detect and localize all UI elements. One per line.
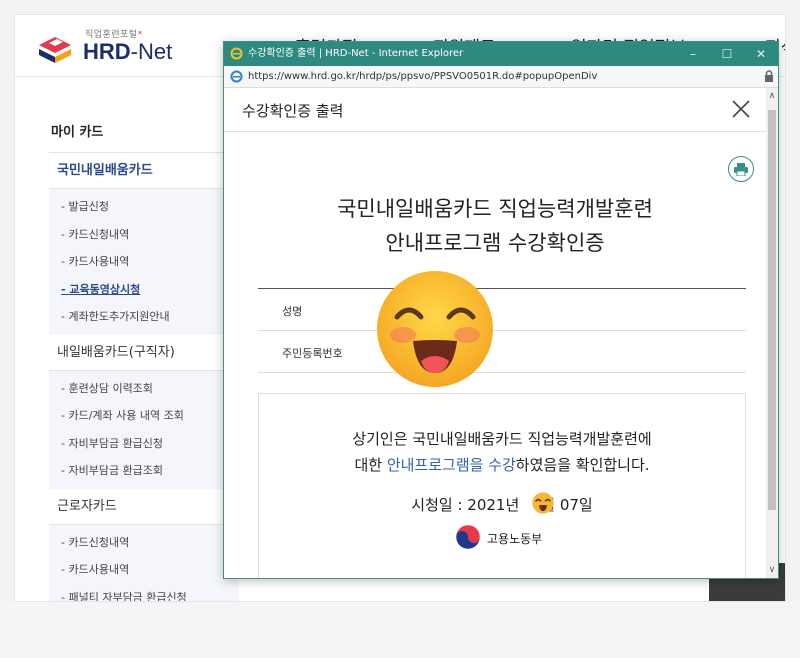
- photo-bottom-margin: [0, 602, 800, 658]
- lnb-sub-national-card: - 발급신청 - 카드신청내역 - 카드사용내역 - 교육동영상시청 - 계좌한…: [49, 189, 239, 335]
- window-titlebar: 수강확인증 출력 | HRD-Net - Internet Explorer –…: [224, 42, 778, 66]
- window-close-button[interactable]: ✕: [744, 42, 778, 66]
- lnb-group-national-card[interactable]: 국민내일배움카드: [49, 153, 239, 189]
- certificate-popup-window: 수강확인증 출력 | HRD-Net - Internet Explorer –…: [223, 41, 779, 579]
- certificate-title-line1: 국민내일배움카드 직업능력개발훈련: [337, 197, 653, 221]
- lnb-item-refund-apply[interactable]: - 자비부담금 환급신청: [49, 430, 239, 458]
- hrd-net-logo[interactable]: 직업훈련포털* HRD-Net: [37, 25, 177, 69]
- close-icon[interactable]: [730, 98, 752, 120]
- maximize-button[interactable]: ☐: [710, 42, 744, 66]
- viewing-date: 시청일 : 2021년 월 07일: [411, 496, 593, 514]
- scroll-down-icon[interactable]: ∨: [766, 564, 778, 576]
- certificate-title: 국민내일배움카드 직업능력개발훈련 안내프로그램 수강확인증: [224, 192, 766, 260]
- statement-highlight: 안내프로그램을 수강: [386, 456, 516, 474]
- lnb-item-worker-card-history[interactable]: - 카드신청내역: [49, 529, 239, 557]
- certificate-title-line2: 안내프로그램 수강확인증: [385, 231, 605, 255]
- ministry-name: 고용노동부: [487, 532, 543, 546]
- lnb-item-card-history[interactable]: - 카드신청내역: [49, 221, 239, 249]
- lnb-item-account-usage[interactable]: - 카드/계좌 사용 내역 조회: [49, 402, 239, 430]
- confirmation-statement-box: 상기인은 국민내일배움카드 직업능력개발훈련에 대한 안내프로그램을 수강하였음…: [258, 393, 746, 578]
- lnb-item-consult-history[interactable]: - 훈련상담 이력조회: [49, 375, 239, 403]
- resident-number-label: 주민등록번호: [282, 347, 343, 360]
- lnb-item-worker-card-usage[interactable]: - 카드사용내역: [49, 556, 239, 584]
- window-title: 수강확인증 출력 | HRD-Net - Internet Explorer: [248, 48, 464, 59]
- internet-explorer-icon: [230, 47, 243, 60]
- table-row: 주민등록번호: [258, 331, 746, 373]
- print-button[interactable]: [728, 156, 754, 182]
- smiling-face-emoji: [532, 492, 554, 514]
- personal-info-table: 성명 주민등록번호: [258, 288, 746, 373]
- statement-line2: 대한 안내프로그램을 수강하였음을 확인합니다.: [354, 456, 650, 474]
- lnb-item-penalty-refund[interactable]: - 패널티 자부담금 환급신청: [49, 584, 239, 602]
- lnb-item-refund-check[interactable]: - 자비부담금 환급조회: [49, 457, 239, 485]
- site-favicon-icon: [230, 70, 243, 83]
- popup-title: 수강확인증 출력: [242, 102, 344, 120]
- table-row: 성명: [258, 289, 746, 331]
- lnb-item-card-usage[interactable]: - 카드사용내역: [49, 248, 239, 276]
- lnb-sub-jobseeker-card: - 훈련상담 이력조회 - 카드/계좌 사용 내역 조회 - 자비부담금 환급신…: [49, 370, 239, 489]
- hrd-logo-mark-icon: [39, 37, 71, 63]
- scroll-up-icon[interactable]: ∧: [766, 90, 778, 102]
- lnb-item-edu-video[interactable]: - 교육동영상시청: [49, 276, 239, 304]
- statement-line1: 상기인은 국민내일배움카드 직업능력개발훈련에: [352, 430, 652, 448]
- popup-header: 수강확인증 출력: [224, 88, 766, 132]
- popup-scrollbar[interactable]: ∧ ∨: [766, 88, 778, 578]
- url-text[interactable]: https://www.hrd.go.kr/hrdp/ps/ppsvo/PPSV…: [248, 66, 597, 88]
- left-nav: 마이 카드 국민내일배움카드 - 발급신청 - 카드신청내역 - 카드사용내역 …: [49, 113, 239, 602]
- smiling-face-emoji: [377, 271, 493, 387]
- taegeuk-icon: [455, 524, 481, 550]
- scroll-thumb[interactable]: [768, 110, 776, 510]
- lnb-group-jobseeker-card[interactable]: 내일배움카드(구직자): [49, 335, 239, 371]
- lnb-group-worker-card[interactable]: 근로자카드: [49, 489, 239, 525]
- screenshot-frame: 직업훈련포털* HRD-Net 훈련과정 지원제도 일자리·직업정보 지식 마이…: [14, 14, 786, 602]
- printer-icon: [734, 163, 748, 176]
- popup-content: 수강확인증 출력 국민내일배움카드 직업능력개발훈련 안내프로그램 수강확인증: [224, 88, 766, 578]
- lnb-sub-worker-card: - 카드신청내역 - 카드사용내역 - 패널티 자부담금 환급신청: [49, 524, 239, 602]
- lnb-item-limit-extra[interactable]: - 계좌한도추가지원안내: [49, 303, 239, 331]
- lock-icon: [765, 70, 773, 82]
- address-bar[interactable]: https://www.hrd.go.kr/hrdp/ps/ppsvo/PPSV…: [224, 66, 778, 88]
- lnb-item-apply[interactable]: - 발급신청: [49, 193, 239, 221]
- logo-title: HRD-Net: [83, 39, 173, 64]
- lnb-title: 마이 카드: [49, 113, 239, 153]
- name-label: 성명: [282, 305, 303, 318]
- minimize-button[interactable]: –: [676, 42, 710, 66]
